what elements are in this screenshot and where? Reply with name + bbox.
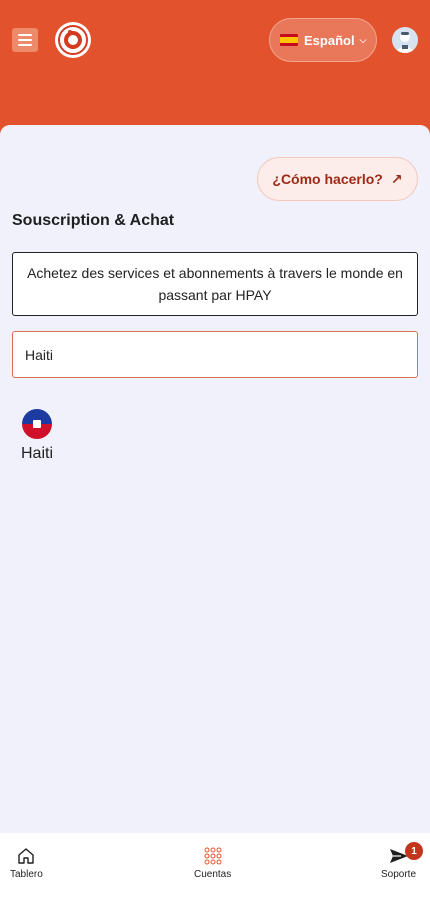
top-app-bar: Español ⌵ [0, 0, 430, 140]
home-icon [18, 848, 35, 864]
info-box: Achetez des services et abonnements à tr… [12, 252, 418, 316]
how-to-button[interactable]: ¿Cómo hacerlo? ↗ [257, 157, 418, 201]
how-to-label: ¿Cómo hacerlo? [272, 171, 383, 187]
menu-button[interactable] [12, 28, 38, 52]
app-logo[interactable] [55, 22, 91, 58]
info-text: Achetez des services et abonnements à tr… [27, 265, 403, 303]
logo-icon [58, 25, 88, 55]
nav-tablero[interactable]: Tablero [10, 847, 43, 880]
language-label: Español [304, 32, 355, 48]
hamburger-line [18, 39, 32, 41]
section-title: Souscription & Achat [12, 212, 175, 229]
nav-label: Soporte [381, 869, 417, 880]
nav-soporte[interactable]: 1 Soporte [381, 842, 423, 880]
language-selector[interactable]: Español ⌵ [269, 18, 377, 62]
country-search-input[interactable] [12, 331, 418, 378]
notification-badge: 1 [405, 842, 423, 860]
nav-label: Cuentas [194, 869, 232, 880]
avatar-icon [396, 32, 414, 53]
external-link-icon: ↗ [390, 170, 403, 187]
chevron-down-icon: ⌵ [359, 34, 367, 45]
flag-es-icon [280, 34, 298, 46]
country-name: Haiti [20, 445, 53, 462]
nav-label: Tablero [10, 869, 43, 880]
grid-icon [204, 847, 222, 865]
country-item-haiti[interactable]: Haiti [16, 409, 58, 463]
flag-haiti-icon [22, 409, 52, 439]
hamburger-line [18, 44, 32, 46]
main-content: ¿Cómo hacerlo? ↗ Souscription & Achat Ac… [0, 125, 430, 833]
user-avatar[interactable] [392, 27, 418, 53]
hamburger-line [18, 34, 32, 36]
bottom-navigation: Tablero Cuentas 1 Soporte [0, 833, 430, 900]
nav-cuentas[interactable]: Cuentas [194, 847, 231, 880]
